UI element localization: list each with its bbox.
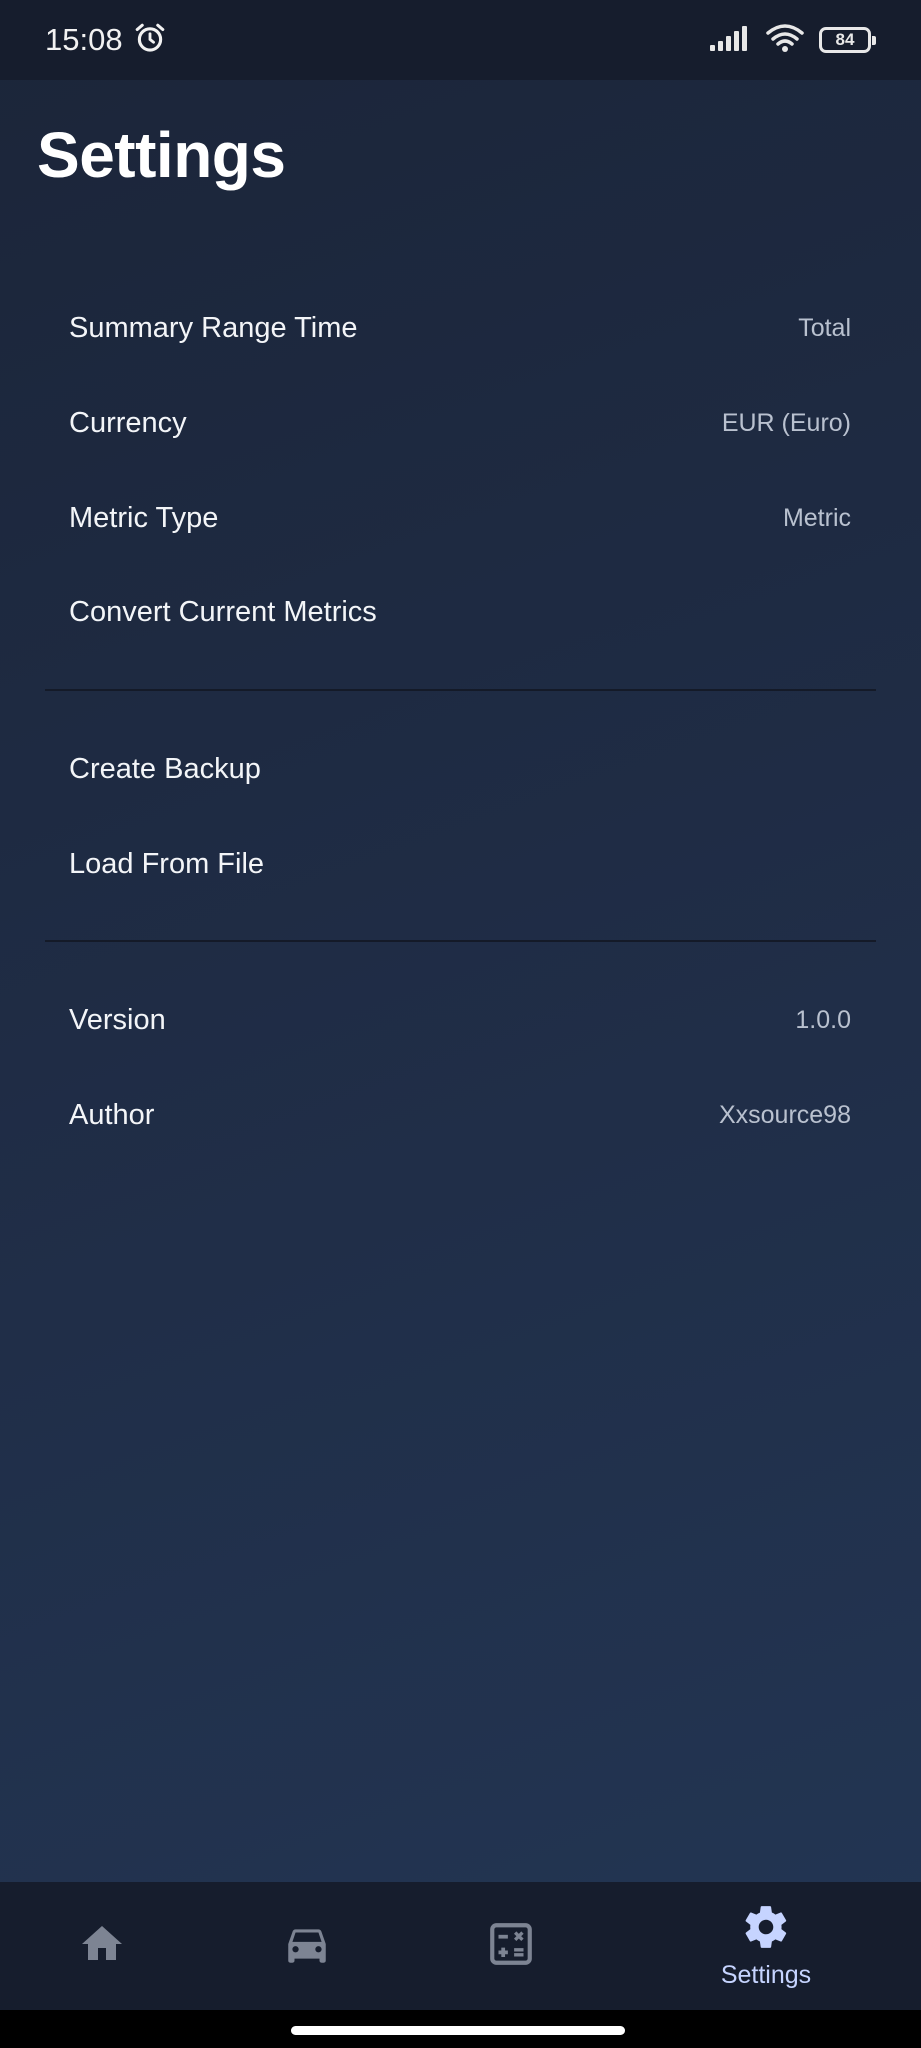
nav-calculator[interactable]	[431, 1882, 591, 2010]
currency-value: EUR (Euro)	[721, 408, 851, 437]
status-time: 15:08	[45, 22, 123, 57]
nav-settings-label: Settings	[720, 1961, 812, 1989]
signal-icon	[709, 24, 751, 57]
metric-type-label: Metric Type	[69, 501, 219, 534]
currency-row[interactable]: Currency EUR (Euro)	[69, 393, 851, 453]
create-backup-row[interactable]: Create Backup	[69, 739, 851, 799]
page-title: Settings	[37, 119, 286, 191]
bottom-navigation: Settings	[0, 1882, 921, 2010]
load-from-file-row[interactable]: Load From File	[69, 834, 851, 894]
summary-range-time-label: Summary Range Time	[69, 311, 358, 344]
wifi-icon	[765, 23, 805, 58]
section-divider	[45, 940, 876, 942]
author-value: Xxsource98	[718, 1100, 851, 1129]
battery-level: 84	[835, 30, 855, 49]
status-left: 15:08	[45, 21, 167, 60]
status-right: 84	[709, 23, 876, 58]
section-divider	[45, 689, 876, 691]
currency-label: Currency	[69, 406, 187, 439]
alarm-icon	[133, 21, 167, 60]
gesture-handle[interactable]	[291, 2026, 625, 2035]
author-row: Author Xxsource98	[69, 1085, 851, 1145]
version-value: 1.0.0	[795, 1005, 851, 1034]
summary-range-time-row[interactable]: Summary Range Time Total	[69, 298, 851, 358]
summary-range-time-value: Total	[798, 313, 851, 342]
car-icon	[282, 1919, 332, 1974]
nav-home[interactable]	[22, 1882, 182, 2010]
metric-type-value: Metric	[782, 503, 851, 532]
convert-current-metrics-row[interactable]: Convert Current Metrics	[69, 582, 851, 642]
home-icon	[78, 1920, 126, 1973]
convert-current-metrics-label: Convert Current Metrics	[69, 595, 377, 628]
gear-icon	[741, 1902, 791, 1957]
nav-vehicles[interactable]	[227, 1882, 387, 2010]
create-backup-label: Create Backup	[69, 752, 261, 785]
author-label: Author	[69, 1098, 155, 1131]
calculator-icon	[486, 1919, 536, 1974]
load-from-file-label: Load From File	[69, 847, 265, 880]
version-label: Version	[69, 1003, 166, 1036]
battery-icon: 84	[819, 27, 876, 53]
metric-type-row[interactable]: Metric Type Metric	[69, 488, 851, 548]
nav-settings[interactable]: Settings	[686, 1882, 846, 2010]
status-bar: 15:08 84	[0, 0, 921, 80]
version-row: Version 1.0.0	[69, 990, 851, 1050]
